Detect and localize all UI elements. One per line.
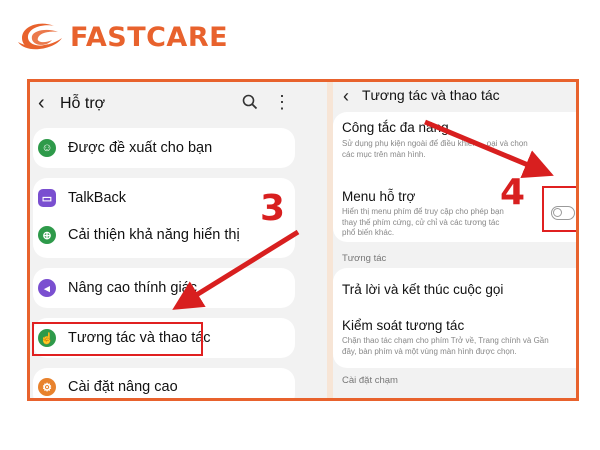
brand-name: FASTCARE [70, 21, 229, 53]
arrow-step-4 [424, 119, 554, 179]
step-number-4: 4 [500, 172, 526, 213]
annotation-arrows [172, 119, 554, 310]
fastcare-logo-icon [18, 23, 62, 50]
fastcare-logo: FASTCARE [18, 18, 228, 56]
screenshot-frame: ‹ Hỗ trợ ⋮ ☺ Được đề xuất cho bạn ▭ Talk… [27, 79, 579, 401]
arrow-step-3 [172, 229, 300, 310]
step-number-3: 3 [260, 188, 286, 229]
